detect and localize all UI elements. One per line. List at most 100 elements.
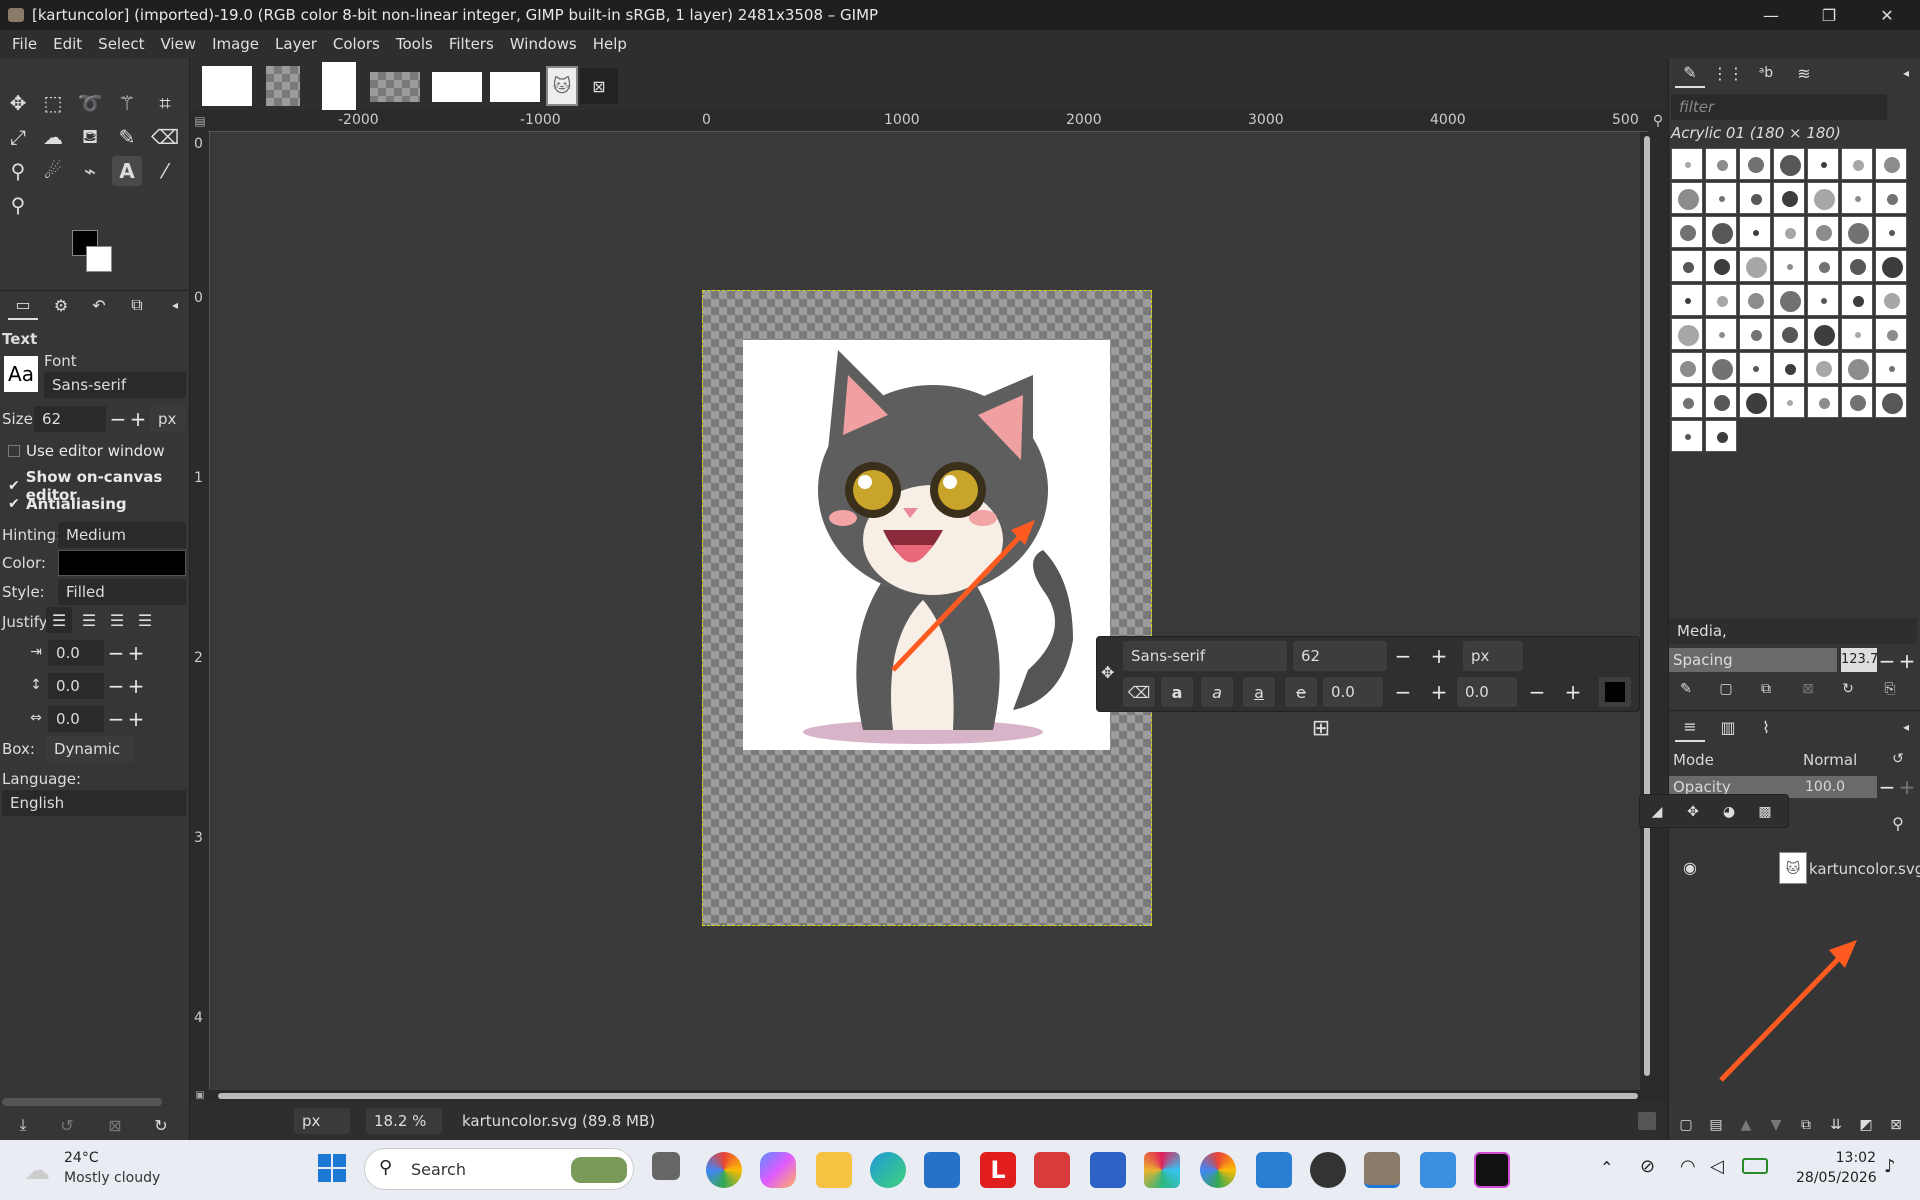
overlay-size-decrease-button[interactable]: − xyxy=(1393,645,1413,667)
merge-layer-icon[interactable]: ⇊ xyxy=(1821,1110,1851,1140)
image-tab-thumbnail[interactable] xyxy=(322,62,356,110)
brush-thumbnail[interactable] xyxy=(1671,420,1703,452)
office-icon[interactable] xyxy=(1034,1152,1070,1188)
brush-thumbnail[interactable] xyxy=(1841,148,1873,180)
justify-right-icon[interactable]: ☰ xyxy=(76,607,102,633)
reset-options-icon[interactable]: ↻ xyxy=(146,1110,176,1140)
lock-pixels-icon[interactable]: ◢ xyxy=(1642,797,1672,827)
restore-options-icon[interactable]: ↺ xyxy=(52,1110,82,1140)
brush-thumbnail[interactable] xyxy=(1705,148,1737,180)
status-zoom-select[interactable]: 18.2 % xyxy=(366,1108,442,1134)
new-brush-icon[interactable]: ▢ xyxy=(1711,674,1741,704)
lock-position-icon[interactable]: ✥ xyxy=(1678,797,1708,827)
menu-help[interactable]: Help xyxy=(585,35,635,53)
brush-thumbnail[interactable] xyxy=(1807,284,1839,316)
brush-thumbnail[interactable] xyxy=(1875,182,1907,214)
size-input[interactable]: 62 xyxy=(34,406,106,432)
wifi-icon[interactable]: ◠ xyxy=(1680,1156,1696,1177)
layers-menu-icon[interactable]: ◂ xyxy=(1891,712,1920,742)
hinting-select[interactable]: Medium xyxy=(58,522,186,548)
cat-illustration[interactable] xyxy=(743,340,1110,750)
start-button-icon[interactable] xyxy=(318,1154,346,1182)
file-explorer-icon[interactable] xyxy=(816,1152,852,1188)
drag-handle-icon[interactable]: ✥ xyxy=(1101,663,1114,682)
cat-image-tab-thumbnail[interactable]: 🐱 xyxy=(546,66,578,106)
mode-select[interactable]: Normal xyxy=(1803,751,1857,769)
duplicate-brush-icon[interactable]: ⧉ xyxy=(1751,674,1781,704)
brush-thumbnail[interactable] xyxy=(1705,182,1737,214)
layer-name[interactable]: kartuncolor.svg xyxy=(1809,860,1920,878)
brush-thumbnail[interactable] xyxy=(1739,318,1771,350)
l-app-icon[interactable]: L xyxy=(980,1152,1016,1188)
kerning-increase-button[interactable]: + xyxy=(1563,681,1583,703)
move-tool-icon[interactable]: ✥ xyxy=(3,88,33,118)
brush-thumbnail[interactable] xyxy=(1739,182,1771,214)
task-view-icon[interactable] xyxy=(652,1152,680,1180)
brush-thumbnail[interactable] xyxy=(1705,250,1737,282)
brush-thumbnail[interactable] xyxy=(1773,182,1805,214)
lock-visibility-icon[interactable]: ◕ xyxy=(1714,797,1744,827)
delete-brush-icon[interactable]: ⊠ xyxy=(1793,674,1823,704)
brush-thumbnail[interactable] xyxy=(1807,386,1839,418)
brush-thumbnail[interactable] xyxy=(1807,318,1839,350)
open-brush-icon[interactable]: ⎘ xyxy=(1875,674,1905,704)
brush-filter-input[interactable]: filter xyxy=(1671,94,1887,120)
zoom-tool-icon[interactable]: ⚲ xyxy=(3,190,33,220)
brush-thumbnail[interactable] xyxy=(1807,182,1839,214)
vertical-scroll-thumb[interactable] xyxy=(1644,136,1650,1076)
font-preview[interactable]: Aa xyxy=(4,356,38,392)
brush-thumbnail[interactable] xyxy=(1875,352,1907,384)
refresh-brushes-icon[interactable]: ↻ xyxy=(1833,674,1863,704)
brush-thumbnail[interactable] xyxy=(1739,148,1771,180)
channels-tab-icon[interactable]: ▥ xyxy=(1713,712,1743,742)
dock-menu-icon[interactable]: ◂ xyxy=(1891,58,1920,88)
size-unit-select[interactable]: px xyxy=(150,406,186,432)
fonts-tab-icon[interactable]: ᵃb xyxy=(1751,58,1781,88)
brush-thumbnail[interactable] xyxy=(1773,216,1805,248)
panel-menu-icon[interactable]: ◂ xyxy=(160,290,190,320)
antialiasing-checkbox[interactable]: ✔ Antialiasing xyxy=(8,495,127,513)
brush-thumbnail[interactable] xyxy=(1841,352,1873,384)
clock-date[interactable]: 28/05/2026 xyxy=(1796,1170,1877,1186)
kerning-input[interactable]: 0.0 xyxy=(1457,677,1517,707)
clock-time[interactable]: 13:02 xyxy=(1796,1150,1876,1166)
image-tab-thumbnail[interactable] xyxy=(490,72,540,102)
brush-thumbnail[interactable] xyxy=(1773,284,1805,316)
image-tab-thumbnail[interactable] xyxy=(370,72,420,102)
canvas-vertical-scrollbar[interactable] xyxy=(1640,132,1654,1090)
image-tab-thumbnail[interactable] xyxy=(202,66,252,106)
brush-thumbnail[interactable] xyxy=(1739,352,1771,384)
layer-search-icon[interactable]: ⚲ xyxy=(1883,808,1913,838)
outlook-icon[interactable] xyxy=(1090,1152,1126,1188)
notification-bell-icon[interactable]: ♪ xyxy=(1884,1156,1896,1177)
show-hidden-icons-chevron-icon[interactable]: ⌃ xyxy=(1600,1158,1613,1177)
patterns-tab-icon[interactable]: ⋮⋮ xyxy=(1712,58,1744,88)
lock-alpha-icon[interactable]: ▩ xyxy=(1750,797,1780,827)
lasso-tool-icon[interactable]: ➰ xyxy=(75,88,105,118)
brush-thumbnail[interactable] xyxy=(1671,318,1703,350)
style-select[interactable]: Filled xyxy=(58,579,186,605)
brush-thumbnail[interactable] xyxy=(1739,284,1771,316)
justify-fill-icon[interactable]: ☰ xyxy=(132,607,158,633)
affinity-icon[interactable] xyxy=(1474,1152,1510,1188)
volume-icon[interactable]: ◁ xyxy=(1710,1156,1724,1177)
justify-center-icon[interactable]: ☰ xyxy=(104,607,130,633)
navigation-icon[interactable] xyxy=(1638,1112,1656,1130)
background-color-swatch[interactable] xyxy=(86,246,112,272)
brushes-tab-icon[interactable]: ✎ xyxy=(1675,58,1705,88)
composite-mode-icon[interactable]: ↺ xyxy=(1883,744,1913,774)
image-tab-thumbnail[interactable] xyxy=(432,72,482,102)
justify-left-icon[interactable]: ☰ xyxy=(46,607,72,633)
brush-thumbnail[interactable] xyxy=(1671,182,1703,214)
gimp-taskbar-icon[interactable] xyxy=(1364,1152,1400,1188)
inkscape-icon[interactable] xyxy=(1310,1152,1346,1188)
opacity-value[interactable]: 100.0 xyxy=(1805,776,1845,798)
brush-thumbnail[interactable] xyxy=(1773,250,1805,282)
use-editor-window-checkbox[interactable]: Use editor window xyxy=(8,442,165,460)
menu-image[interactable]: Image xyxy=(204,35,267,53)
navigate-icon[interactable]: ▣ xyxy=(190,1090,210,1102)
images-tab-icon[interactable]: ⧉ xyxy=(122,290,152,320)
horizontal-scroll-thumb[interactable] xyxy=(218,1093,1638,1099)
rect-select-tool-icon[interactable]: ⬚ xyxy=(38,88,68,118)
new-layer-group-icon[interactable]: ▤ xyxy=(1701,1110,1731,1140)
